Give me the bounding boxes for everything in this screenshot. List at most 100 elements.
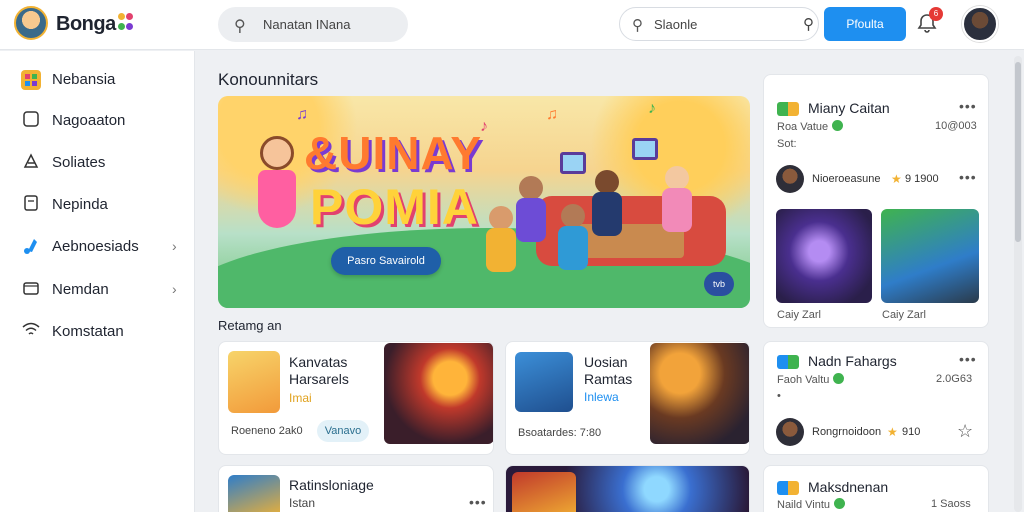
status-dot-icon [832, 120, 844, 131]
right-panel-card: Nadn Fahargs ••• Faoh Valtu 2.0G63 • Ron… [763, 341, 989, 455]
card-title: Kanvatas [289, 354, 348, 370]
search-submit-icon[interactable]: ⚲ [803, 15, 814, 33]
music-note-icon: ♪ [480, 118, 488, 135]
card-subtitle: Imai [289, 391, 312, 405]
panel-item-value: 10@003 [935, 120, 977, 132]
card-chip[interactable]: Vanavo [317, 420, 369, 442]
panel-item-value: 1 Saoss [931, 498, 971, 510]
search-icon: ⚲ [234, 18, 246, 35]
sidebar-item-nepinda[interactable]: Nepinda [0, 188, 195, 222]
sidebar-item-nemdan[interactable]: Nemdan › [0, 273, 195, 307]
panel-item-value: 2.0G63 [936, 373, 973, 385]
panel-item-title: Nadn Fahargs [808, 353, 897, 369]
content-card[interactable]: Ratinsloniage Istan ••• [218, 465, 494, 512]
panel-item-title: Miany Caitan [808, 100, 890, 116]
thumbnail-caption: Caiy Zarl [882, 309, 927, 321]
wifi-icon [20, 321, 42, 343]
sidebar-item-soliates[interactable]: Soliates [0, 146, 195, 180]
top-bar: Bonga ⚲ Nanatan INana ⚲ Slaonle ⚲ Pfoult… [0, 0, 1024, 50]
picture-frame-decoration [560, 152, 586, 174]
sidebar-item-aebnoesiads[interactable]: Aebnoesiads › [0, 230, 195, 264]
more-options-icon[interactable]: ••• [959, 351, 977, 367]
more-options-icon[interactable]: ••• [469, 494, 487, 510]
hero-person-illustration [516, 176, 546, 246]
panel-user-name: Rongrnoidoon [812, 426, 882, 438]
sidebar-item-label: Nebansia [52, 71, 116, 88]
chevron-right-icon: › [172, 238, 177, 254]
sidebar-item-komstatan[interactable]: Komstatan [0, 315, 195, 349]
hero-person-illustration [558, 204, 588, 274]
video-thumbnail[interactable] [776, 209, 872, 303]
card-thumbnail [228, 351, 280, 413]
star-icon: ★ [891, 172, 902, 186]
search-input[interactable]: ⚲ Slaonle ⚲ [619, 7, 819, 41]
card-meta: Bsoatardes: 7:80 [518, 427, 602, 439]
hero-title-line2: POMIA [310, 179, 479, 235]
more-options-icon[interactable]: ••• [959, 98, 977, 114]
scrollbar-thumb[interactable] [1015, 62, 1021, 242]
search-icon: ⚲ [632, 17, 643, 34]
avatar[interactable] [776, 418, 804, 446]
panel-user-value: 9 1900 [905, 173, 939, 185]
card-video-thumbnail[interactable] [384, 343, 493, 444]
hero-banner[interactable]: &UINAY POMIA ♫ ♪ ♫ ♪ Pasro Savairold tvb [218, 96, 750, 308]
card-video-thumbnail[interactable] [650, 343, 749, 444]
primary-button[interactable]: Pfoulta [824, 7, 906, 41]
sidebar-item-label: Nepinda [52, 196, 108, 213]
music-note-icon: ♫ [546, 106, 558, 123]
hero-girl-illustration [248, 136, 304, 256]
card-thumbnail [512, 472, 576, 512]
picture-frame-decoration [632, 138, 658, 160]
game-controller-icon [777, 355, 799, 369]
avatar[interactable] [776, 165, 804, 193]
right-panel-card: Miany Caitan ••• Roa Vatue 10@003 Sot: N… [763, 74, 989, 328]
more-options-icon[interactable]: ••• [959, 169, 977, 185]
app-name[interactable]: Bonga [56, 13, 116, 36]
document-icon [20, 194, 42, 216]
right-panel-card: Maksdnenan Naild Vintu 1 Saoss [763, 465, 989, 512]
panel-item-label: Naild Vintu [777, 498, 845, 511]
sidebar-item-label: Nagoaaton [52, 112, 126, 129]
tag-icon [20, 152, 42, 174]
card-thumbnail [515, 352, 573, 412]
video-thumbnail[interactable] [881, 209, 979, 303]
sidebar-item-nagoaaton[interactable]: Nagoaaton [0, 104, 195, 138]
panel-item-label-text: Roa Vatue [777, 121, 829, 133]
sidebar-item-label: Aebnoesiads [52, 238, 139, 255]
thumbnail-caption: Caiy Zarl [777, 309, 822, 321]
panel-item-label: Roa Vatue [777, 120, 844, 133]
card-title: Ramtas [584, 371, 633, 387]
game-controller-icon [777, 102, 799, 116]
panel-item-label-text: Faoh Valtu [777, 374, 830, 386]
user-avatar[interactable] [962, 6, 998, 42]
hero-cta-button[interactable]: Pasro Savairold [331, 247, 441, 275]
search-pill[interactable]: ⚲ Nanatan INana [218, 7, 408, 42]
chevron-right-icon: › [172, 281, 177, 297]
hero-person-illustration [662, 166, 692, 236]
game-controller-icon [777, 481, 799, 495]
panel-item-sub: Sot: [777, 138, 797, 150]
panel-user-name: Nioeroeasune [812, 173, 881, 185]
card-title: Ratinsloniage [289, 477, 374, 493]
card-thumbnail [228, 475, 280, 512]
favorite-star-icon[interactable]: ☆ [957, 421, 973, 442]
sidebar-item-label: Komstatan [52, 323, 124, 340]
content-card[interactable]: Uosian Ramtas Inlewa Bsoatardes: 7:80 [505, 341, 750, 455]
folder-icon [20, 279, 42, 301]
app-grid-icon [20, 69, 42, 91]
sidebar-item-nebansia[interactable]: Nebansia [0, 63, 195, 97]
logo-avatar[interactable] [14, 6, 48, 40]
hero-badge: tvb [704, 272, 734, 296]
search-pill-placeholder: Nanatan INana [263, 17, 351, 32]
music-note-icon: ♫ [296, 106, 308, 123]
content-card-video[interactable] [505, 465, 750, 512]
subsection-title: Retamg an [218, 318, 282, 333]
sidebar-item-label: Soliates [52, 154, 106, 171]
hero-person-illustration [592, 170, 622, 240]
status-dot-icon [834, 498, 845, 509]
sidebar-item-label: Nemdan [52, 281, 109, 298]
star-icon: ★ [887, 425, 898, 439]
panel-user-value: 910 [902, 426, 921, 438]
content-card[interactable]: Kanvatas Harsarels Imai Roeneno 2ak0 Van… [218, 341, 494, 455]
panel-item-title: Maksdnenan [808, 479, 889, 495]
